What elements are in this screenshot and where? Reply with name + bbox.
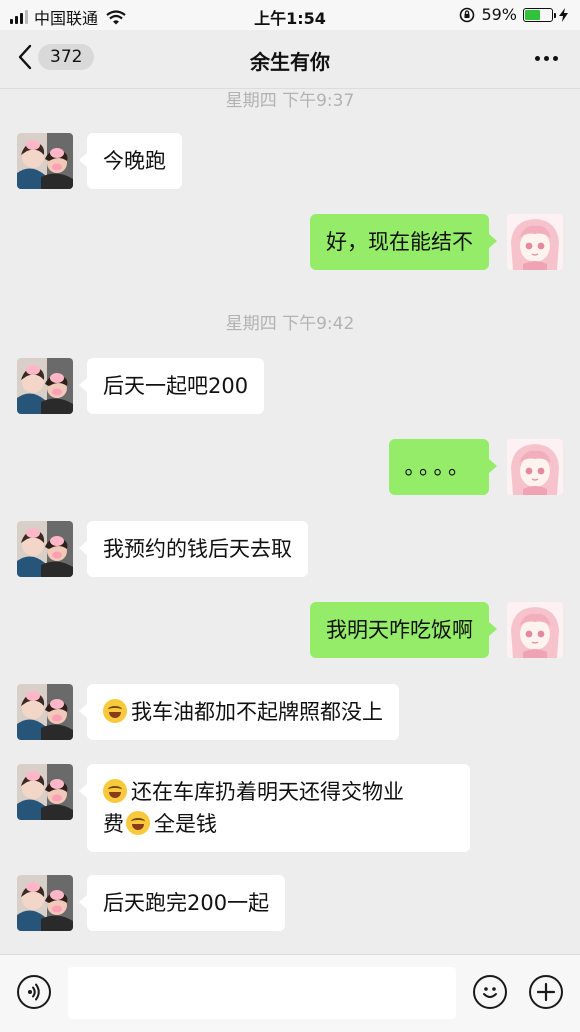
message-text: 好，现在能结不 xyxy=(326,230,473,254)
battery-fill xyxy=(525,9,540,20)
chat-area[interactable]: 星期四 下午9:37 今晚跑 好，现在能结不 星期四 下午9:42 后天一起吧2… xyxy=(0,89,580,954)
grimace-emoji-icon xyxy=(103,779,127,803)
message-bubble[interactable]: 我车油都加不起牌照都没上 xyxy=(79,684,399,740)
input-bar xyxy=(0,954,580,1032)
message-text: 后天一起吧200 xyxy=(103,374,249,398)
message-bubble[interactable]: 我明天咋吃饭啊 xyxy=(310,602,497,658)
message-bubble[interactable]: 后天一起吧200 xyxy=(78,358,265,414)
grimace-emoji-icon xyxy=(103,699,127,723)
message-input[interactable] xyxy=(68,967,456,1019)
status-right: 59% xyxy=(459,5,568,24)
message-bubble[interactable]: 。。。。 xyxy=(388,439,497,495)
avatar[interactable] xyxy=(17,684,73,740)
avatar[interactable] xyxy=(507,439,563,495)
avatar[interactable] xyxy=(17,521,73,577)
avatar[interactable] xyxy=(507,602,563,658)
message-text: 还在车库扔着明天还得交物业 xyxy=(131,780,404,804)
message-text: 后天跑完200一起 xyxy=(103,891,270,915)
message-bubble[interactable]: 还在车库扔着明天还得交物业费 全是钱 xyxy=(79,764,470,852)
message-text: 我明天咋吃饭啊 xyxy=(326,618,473,642)
plus-button[interactable] xyxy=(529,975,563,1009)
message-bubble[interactable]: 我预约的钱后天去取 xyxy=(79,521,308,577)
battery-icon xyxy=(523,7,556,22)
voice-icon xyxy=(28,983,40,1001)
emoji-button[interactable] xyxy=(473,975,507,1009)
avatar[interactable] xyxy=(17,764,73,820)
charging-bolt-icon xyxy=(559,7,568,22)
timestamp: 星期四 下午9:42 xyxy=(225,314,355,334)
chat-title: 余生有你 xyxy=(250,50,330,74)
message-text: 今晚跑 xyxy=(103,149,166,173)
plus-icon xyxy=(536,982,556,1002)
message-bubble[interactable]: 好，现在能结不 xyxy=(310,214,497,270)
avatar[interactable] xyxy=(17,358,73,414)
message-text: 我车油都加不起牌照都没上 xyxy=(131,700,383,724)
message-bubble[interactable]: 今晚跑 xyxy=(79,133,182,189)
grimace-emoji-icon xyxy=(126,811,150,835)
more-dots-icon[interactable] xyxy=(535,56,558,61)
battery-percent: 59% xyxy=(481,5,517,24)
avatar[interactable] xyxy=(507,214,563,270)
message-text: 。。。。 xyxy=(404,455,473,479)
message-text: 全是钱 xyxy=(154,812,217,836)
nav-bar: 372 余生有你 xyxy=(0,30,580,89)
orientation-lock-icon xyxy=(460,7,475,22)
avatar[interactable] xyxy=(17,133,73,189)
avatar[interactable] xyxy=(17,875,73,931)
timestamp: 星期四 下午9:37 xyxy=(225,91,355,111)
voice-button[interactable] xyxy=(17,975,51,1009)
status-bar: 中国联通 上午1:54 59% xyxy=(0,0,580,30)
message-text: 费 xyxy=(103,812,124,836)
message-text: 我预约的钱后天去取 xyxy=(103,537,292,561)
smiley-icon xyxy=(483,987,497,998)
message-bubble[interactable]: 后天跑完200一起 xyxy=(78,875,286,931)
